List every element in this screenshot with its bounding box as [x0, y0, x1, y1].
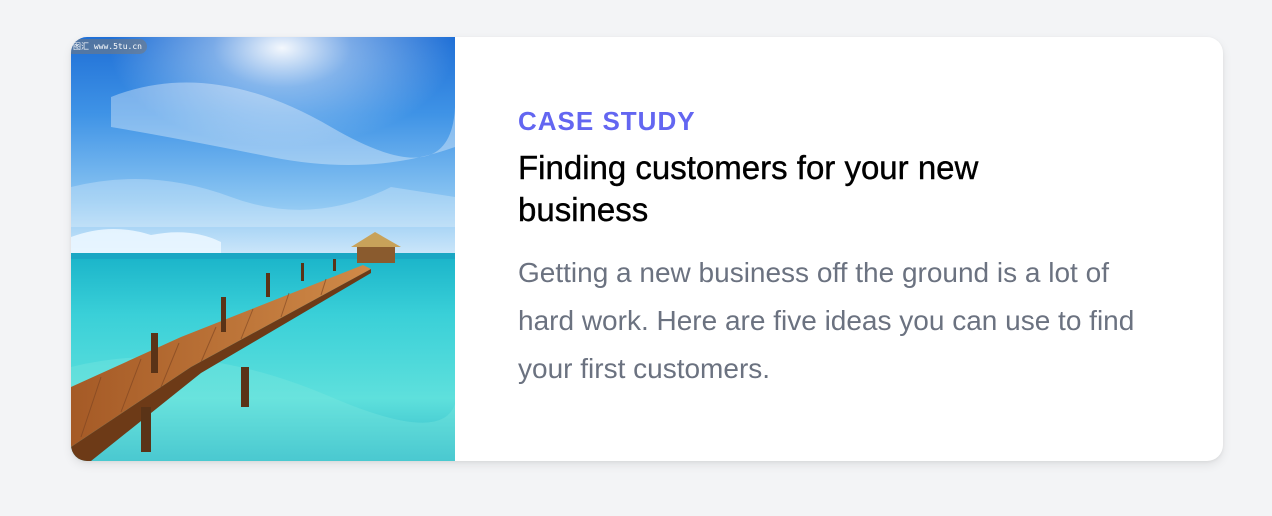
- image-watermark: 图汇 www.5tu.cn: [71, 39, 147, 54]
- card-title-link[interactable]: Finding customers for your new business: [518, 147, 1078, 231]
- category-label: CASE STUDY: [518, 106, 696, 136]
- pier-photo: [71, 37, 455, 461]
- card-content: CASE STUDY Finding customers for your ne…: [455, 37, 1223, 461]
- case-study-card[interactable]: 图汇 www.5tu.cn CASE STUDY Finding custome…: [71, 37, 1223, 461]
- card-description: Getting a new business off the ground is…: [518, 257, 1135, 384]
- card-image: 图汇 www.5tu.cn: [71, 37, 455, 461]
